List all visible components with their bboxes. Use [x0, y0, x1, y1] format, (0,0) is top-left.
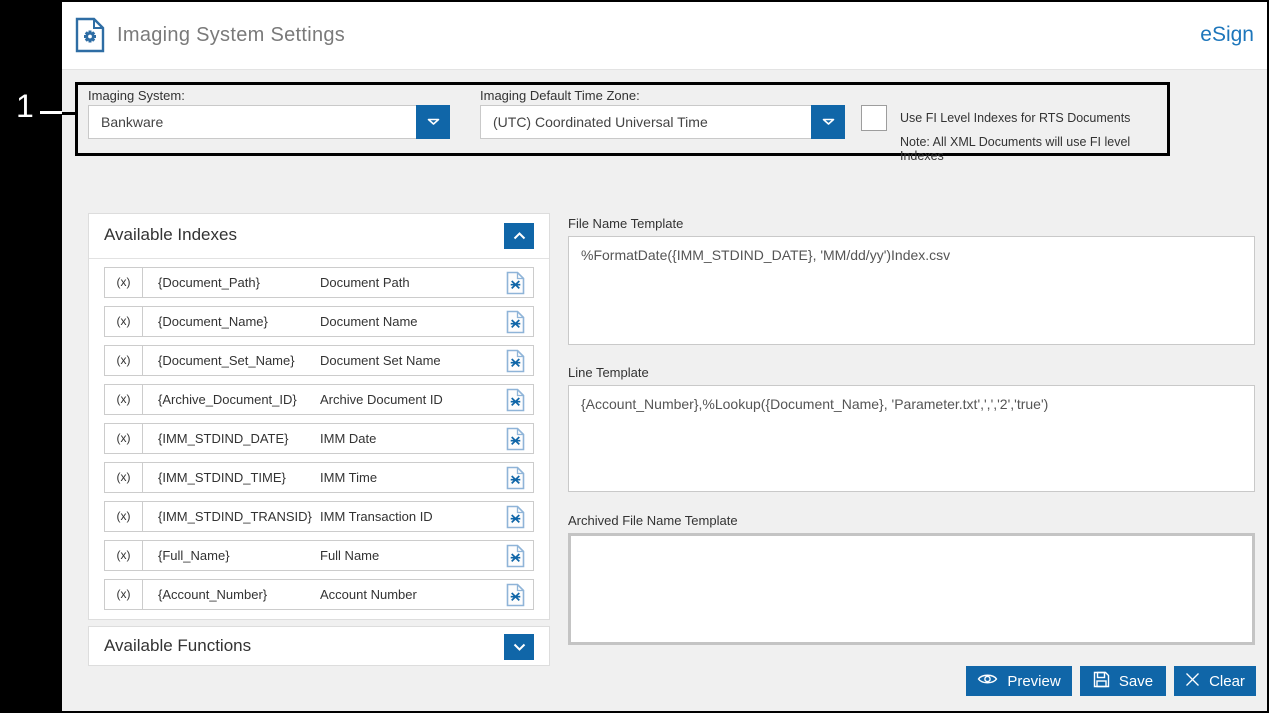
divider	[89, 258, 549, 259]
row-prefix: (x)	[105, 424, 143, 453]
row-code: {Document_Set_Name}	[158, 353, 295, 368]
imaging-settings-callout: Imaging System: Bankware Imaging Default…	[75, 82, 1170, 163]
imaging-system-dropdown[interactable]: Bankware	[88, 105, 450, 139]
row-code: {Account_Number}	[158, 587, 268, 602]
row-name: IMM Date	[320, 431, 377, 446]
line-template-label: Line Template	[568, 365, 649, 380]
row-prefix: (x)	[105, 307, 143, 336]
imaging-system-label: Imaging System:	[88, 88, 185, 103]
index-document-icon[interactable]	[506, 271, 525, 300]
index-document-icon[interactable]	[506, 310, 525, 339]
preview-button[interactable]: Preview	[966, 666, 1072, 696]
fi-level-indexes-checkbox[interactable]	[861, 105, 887, 131]
index-document-icon[interactable]	[506, 544, 525, 573]
eye-icon	[977, 672, 998, 690]
archived-file-name-template-input[interactable]	[568, 533, 1255, 645]
clear-button[interactable]: Clear	[1174, 666, 1256, 696]
row-prefix: (x)	[105, 268, 143, 297]
time-zone-dropdown[interactable]: (UTC) Coordinated Universal Time	[480, 105, 845, 139]
available-functions-title: Available Functions	[104, 636, 252, 655]
row-prefix: (x)	[105, 385, 143, 414]
page-title: Imaging System Settings	[117, 24, 346, 46]
expand-button[interactable]	[504, 634, 534, 660]
callout-connector-line	[62, 112, 76, 115]
row-prefix: (x)	[105, 541, 143, 570]
index-row[interactable]: (x) {IMM_STDIND_DATE} IMM Date	[104, 423, 534, 454]
document-gear-icon	[75, 17, 105, 58]
index-document-icon[interactable]	[506, 505, 525, 534]
index-rows-list: (x) {Document_Path} Document Path (x) {Docum…	[104, 267, 534, 618]
row-code: {Document_Name}	[158, 314, 268, 329]
chevron-down-icon[interactable]	[811, 105, 845, 139]
row-name: Account Number	[320, 587, 417, 602]
row-name: Document Name	[320, 314, 418, 329]
index-document-icon[interactable]	[506, 349, 525, 378]
row-name: Full Name	[320, 548, 380, 563]
chevron-up-icon	[513, 227, 526, 245]
row-name: Document Set Name	[320, 353, 441, 368]
save-button-label: Save	[1118, 672, 1154, 690]
row-name: IMM Time	[320, 470, 378, 485]
row-prefix: (x)	[105, 502, 143, 531]
collapse-button[interactable]	[504, 223, 534, 249]
row-code: {Archive_Document_ID}	[158, 392, 297, 407]
available-indexes-panel: Available Indexes (x) {Document_Path} Docu…	[88, 213, 550, 620]
row-name: IMM Transaction ID	[320, 509, 433, 524]
page-header: Imaging System Settings eSign	[62, 2, 1267, 70]
index-document-icon[interactable]	[506, 583, 525, 612]
available-functions-panel: Available Functions	[88, 626, 550, 666]
chevron-down-icon	[513, 638, 526, 656]
time-zone-label: Imaging Default Time Zone:	[480, 88, 640, 103]
file-name-template-input[interactable]: %FormatDate({IMM_STDIND_DATE}, 'MM/dd/yy…	[568, 236, 1255, 345]
save-floppy-icon	[1093, 671, 1110, 692]
row-prefix: (x)	[105, 463, 143, 492]
clear-button-label: Clear	[1209, 672, 1245, 690]
index-document-icon[interactable]	[506, 388, 525, 417]
available-indexes-title: Available Indexes	[104, 225, 237, 244]
esign-link[interactable]: eSign	[1200, 23, 1254, 47]
index-document-icon[interactable]	[506, 427, 525, 456]
file-name-template-label: File Name Template	[568, 216, 684, 231]
close-x-icon	[1185, 672, 1200, 691]
row-name: Document Path	[320, 275, 410, 290]
xml-note-text: Note: All XML Documents will use FI leve…	[900, 135, 1131, 163]
index-row[interactable]: (x) {Archive_Document_ID} Archive Document…	[104, 384, 534, 415]
row-code: {IMM_STDIND_TRANSID}	[158, 509, 312, 524]
index-row[interactable]: (x) {Document_Name} Document Name	[104, 306, 534, 337]
callout-connector-line	[40, 111, 62, 114]
index-row[interactable]: (x) {Document_Path} Document Path	[104, 267, 534, 298]
row-prefix: (x)	[105, 346, 143, 375]
preview-button-label: Preview	[1007, 672, 1061, 690]
imaging-system-value: Bankware	[101, 114, 164, 130]
time-zone-value: (UTC) Coordinated Universal Time	[493, 114, 708, 130]
callout-marker: 1	[16, 88, 34, 124]
archived-file-name-template-label: Archived File Name Template	[568, 513, 738, 528]
index-row[interactable]: (x) {Full_Name} Full Name	[104, 540, 534, 571]
index-row[interactable]: (x) {Document_Set_Name} Document Set Name	[104, 345, 534, 376]
page-content: Imaging System Settings eSign Imaging Sy…	[62, 2, 1267, 711]
fi-level-indexes-label: Use FI Level Indexes for RTS Documents	[900, 111, 1131, 125]
save-button[interactable]: Save	[1080, 666, 1166, 696]
row-prefix: (x)	[105, 580, 143, 609]
line-template-input[interactable]: {Account_Number},%Lookup({Document_Name}…	[568, 385, 1255, 492]
chevron-down-icon[interactable]	[416, 105, 450, 139]
index-row[interactable]: (x) {IMM_STDIND_TIME} IMM Time	[104, 462, 534, 493]
row-name: Archive Document ID	[320, 392, 443, 407]
index-document-icon[interactable]	[506, 466, 525, 495]
row-code: {IMM_STDIND_DATE}	[158, 431, 289, 446]
index-row[interactable]: (x) {Account_Number} Account Number	[104, 579, 534, 610]
row-code: {Document_Path}	[158, 275, 260, 290]
index-row[interactable]: (x) {IMM_STDIND_TRANSID} IMM Transaction I…	[104, 501, 534, 532]
row-code: {IMM_STDIND_TIME}	[158, 470, 286, 485]
row-code: {Full_Name}	[158, 548, 230, 563]
